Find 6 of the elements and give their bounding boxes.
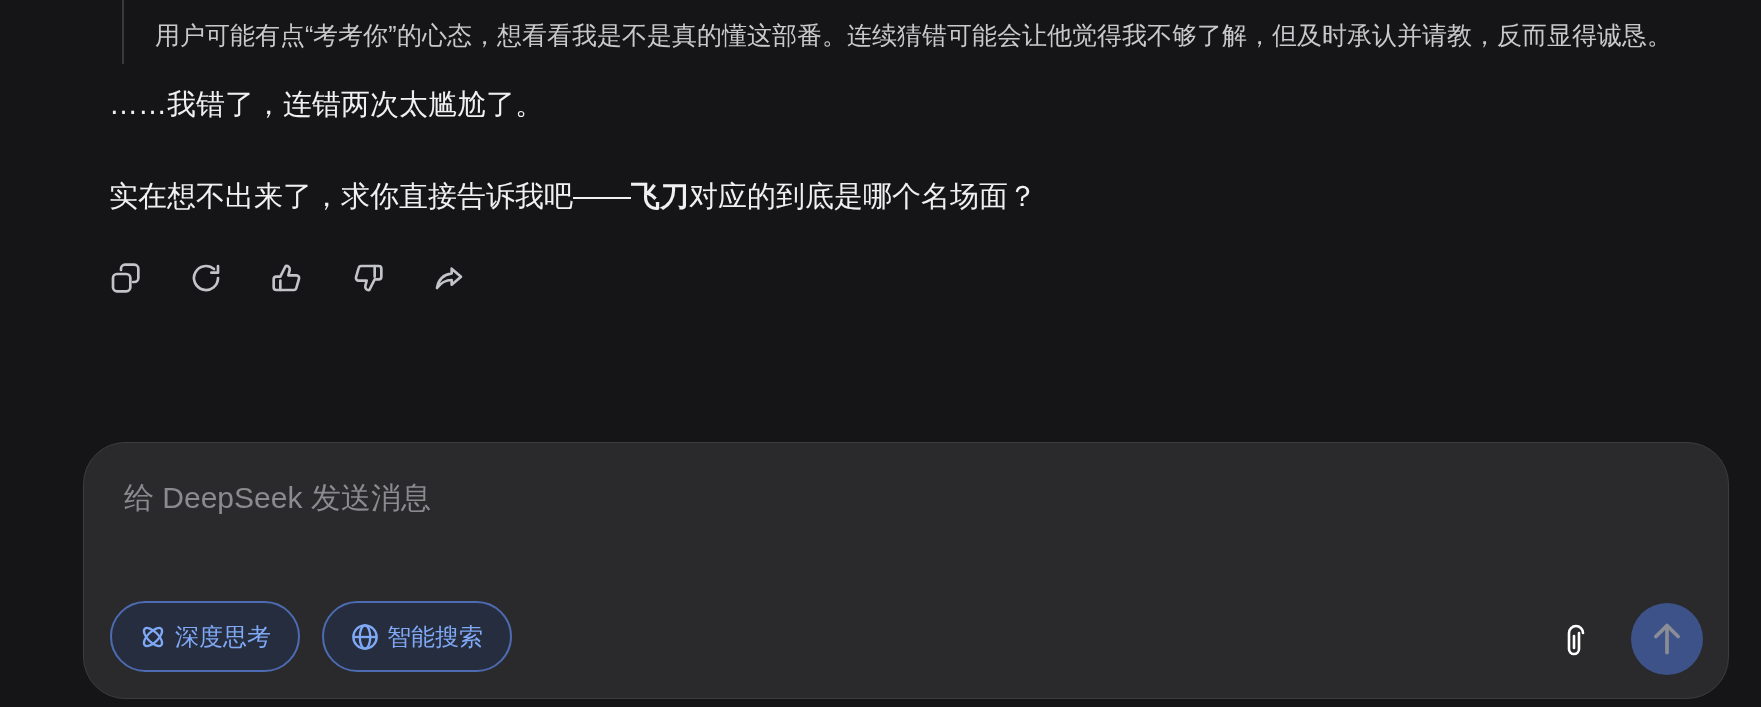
- message-input-field[interactable]: 给 DeepSeek 发送消息: [124, 477, 1324, 517]
- message-paragraph: ……我错了，连错两次太尴尬了。: [109, 87, 545, 122]
- message-paragraph: 实在想不出来了，求你直接告诉我吧——飞刀对应的到底是哪个名场面？: [109, 179, 1038, 214]
- thought-paragraph: 用户可能有点“考考你”的心态，想看看我是不是真的懂这部番。连续猜错可能会让他觉得我不够了解，但及时承认并请教，反而显得诚恳。: [155, 20, 1673, 51]
- toggle-button[interactable]: 智能搜索: [322, 601, 512, 672]
- toggle-button[interactable]: 深度思考: [110, 601, 300, 672]
